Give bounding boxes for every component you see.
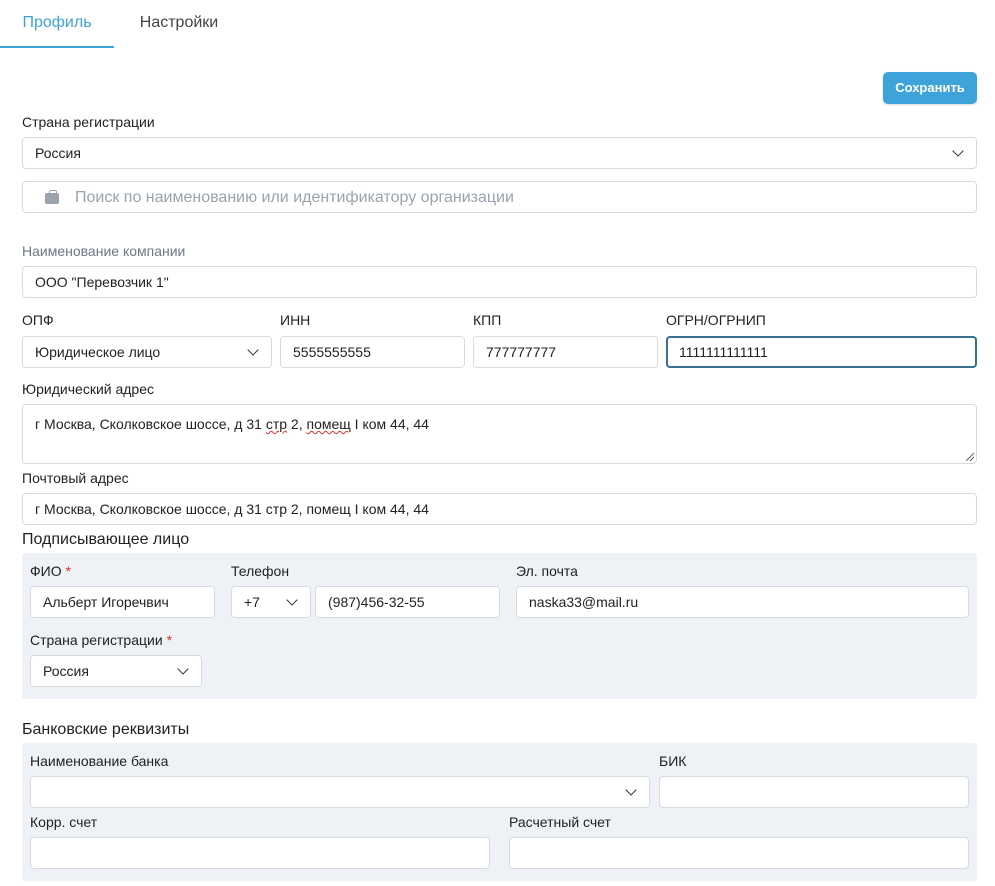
phone-label: Телефон [231, 563, 290, 579]
inn-value: 5555555555 [293, 344, 371, 360]
organization-search-input[interactable]: Поиск по наименованию или идентификатору… [22, 181, 977, 213]
signer-section-title: Подписывающее лицо [22, 531, 190, 548]
required-mark: * [166, 632, 173, 648]
kpp-value: 777777777 [486, 344, 557, 360]
postal-address-value: г Москва, Сколковское шоссе, д 31 стр 2,… [35, 501, 429, 517]
postal-address-field[interactable]: г Москва, Сколковское шоссе, д 31 стр 2,… [22, 493, 977, 525]
company-name-label: Наименование компании [22, 243, 186, 259]
registration-country-value: Россия [35, 145, 81, 161]
signer-country-label: Страна регистрации * [30, 632, 173, 648]
chevron-down-icon [952, 138, 964, 168]
phone-code-select[interactable]: +7 [231, 586, 311, 618]
bik-label: БИК [659, 753, 687, 769]
email-value: naska33@mail.ru [529, 594, 639, 610]
opf-value: Юридическое лицо [35, 344, 161, 360]
email-label: Эл. почта [516, 563, 578, 579]
tab-settings[interactable]: Настройки [126, 0, 232, 48]
registration-country-label: Страна регистрации [22, 114, 155, 130]
signer-country-select[interactable]: Россия [30, 655, 202, 687]
resize-handle[interactable] [966, 453, 974, 461]
kpp-label: КПП [473, 312, 502, 328]
legal-address-textarea[interactable]: г Москва, Сколковское шоссе, д 31 стр 2,… [22, 404, 977, 464]
opf-label: ОПФ [22, 312, 54, 328]
chevron-down-icon [247, 337, 259, 367]
postal-address-label: Почтовый адрес [22, 470, 129, 486]
registration-country-select[interactable]: Россия [22, 137, 977, 169]
inn-label: ИНН [280, 312, 311, 328]
fio-label: ФИО * [30, 563, 72, 579]
kpp-field[interactable]: 777777777 [473, 336, 658, 368]
tab-profile[interactable]: Профиль [0, 0, 114, 48]
opf-select[interactable]: Юридическое лицо [22, 336, 272, 368]
chevron-down-icon [177, 656, 189, 686]
signer-country-value: Россия [43, 663, 89, 679]
phone-field[interactable]: (987)456-32-55 [315, 586, 500, 618]
company-name-value: ООО "Перевозчик 1" [35, 274, 169, 290]
save-button[interactable]: Сохранить [883, 72, 977, 104]
ogrn-field[interactable]: 1111111111111 [666, 336, 977, 368]
tab-bar: Профиль Настройки [0, 0, 995, 48]
phone-code-value: +7 [244, 594, 260, 610]
email-field[interactable]: naska33@mail.ru [516, 586, 969, 618]
ogrn-value: 1111111111111 [679, 344, 768, 360]
chevron-down-icon [286, 587, 298, 617]
company-name-field[interactable]: ООО "Перевозчик 1" [22, 266, 977, 298]
corr-account-field[interactable] [30, 837, 490, 869]
settlement-account-field[interactable] [509, 837, 969, 869]
phone-value: (987)456-32-55 [328, 594, 425, 610]
briefcase-icon [45, 190, 59, 204]
required-mark: * [65, 563, 72, 579]
bank-name-label: Наименование банка [30, 753, 169, 769]
inn-field[interactable]: 5555555555 [280, 336, 465, 368]
legal-address-value: г Москва, Сколковское шоссе, д 31 стр 2,… [35, 416, 429, 432]
legal-address-label: Юридический адрес [22, 381, 155, 397]
bik-field[interactable] [659, 776, 969, 808]
corr-account-label: Корр. счет [30, 814, 98, 830]
search-placeholder: Поиск по наименованию или идентификатору… [75, 189, 514, 206]
bank-name-select[interactable] [30, 776, 650, 808]
bank-section-title: Банковские реквизиты [22, 721, 190, 738]
settlement-account-label: Расчетный счет [509, 814, 611, 830]
fio-value: Альберт Игоречвич [43, 594, 169, 610]
fio-field[interactable]: Альберт Игоречвич [30, 586, 215, 618]
ogrn-label: ОГРН/ОГРНИП [666, 312, 766, 328]
chevron-down-icon [625, 777, 637, 807]
